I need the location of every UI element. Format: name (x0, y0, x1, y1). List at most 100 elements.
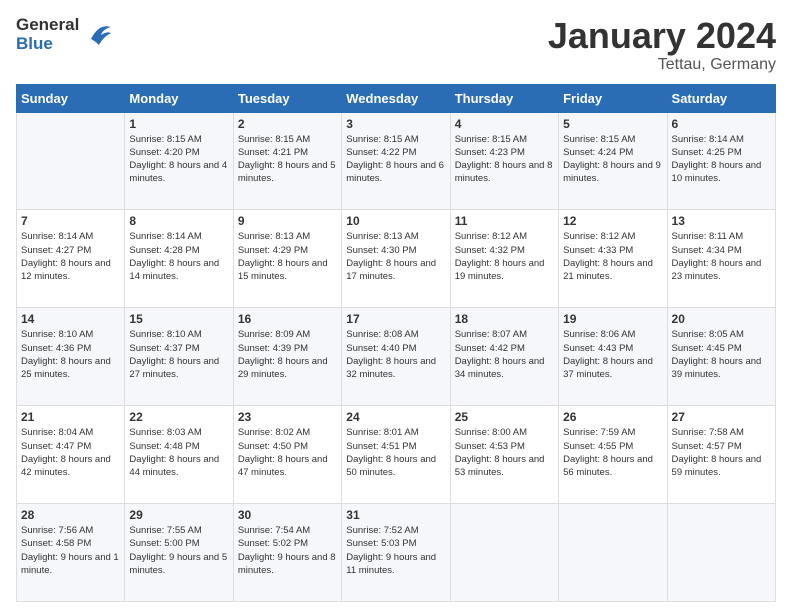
cell-info: Sunrise: 8:00 AMSunset: 4:53 PMDaylight:… (455, 426, 554, 479)
day-number: 19 (563, 312, 662, 326)
cell-info: Sunrise: 8:10 AMSunset: 4:36 PMDaylight:… (21, 328, 120, 381)
calendar-cell: 6Sunrise: 8:14 AMSunset: 4:25 PMDaylight… (667, 112, 775, 210)
calendar-cell: 3 Sunrise: 8:15 AMSunset: 4:22 PMDaylight… (342, 112, 450, 210)
day-number: 9 (238, 214, 337, 228)
weekday-header: Sunday (17, 84, 125, 112)
day-number: 13 (672, 214, 771, 228)
calendar-cell: 9Sunrise: 8:13 AMSunset: 4:29 PMDaylight… (233, 210, 341, 308)
calendar-cell: 10 Sunrise: 8:13 AMSunset: 4:30 PMDayligh… (342, 210, 450, 308)
cell-info: Sunrise: 8:06 AMSunset: 4:43 PMDaylight:… (563, 328, 662, 381)
calendar-cell: 17 Sunrise: 8:08 AMSunset: 4:40 PMDayligh… (342, 308, 450, 406)
cell-info: Sunrise: 8:15 AMSunset: 4:24 PMDaylight:… (563, 133, 662, 186)
calendar-week-row: 1 Sunrise: 8:15 AMSunset: 4:20 PMDaylight… (17, 112, 776, 210)
day-number: 12 (563, 214, 662, 228)
day-number: 23 (238, 410, 337, 424)
day-number: 8 (129, 214, 228, 228)
day-number: 14 (21, 312, 120, 326)
cell-info: Sunrise: 8:09 AMSunset: 4:39 PMDaylight:… (238, 328, 337, 381)
day-number: 7 (21, 214, 120, 228)
calendar-cell: 13 Sunrise: 8:11 AMSunset: 4:34 PMDayligh… (667, 210, 775, 308)
calendar-cell: 21 Sunrise: 8:04 AMSunset: 4:47 PMDayligh… (17, 406, 125, 504)
cell-info: Sunrise: 8:03 AMSunset: 4:48 PMDaylight:… (129, 426, 228, 479)
calendar-cell: 29 Sunrise: 7:55 AMSunset: 5:00 PMDayligh… (125, 504, 233, 602)
day-number: 24 (346, 410, 445, 424)
cell-info: Sunrise: 8:13 AMSunset: 4:30 PMDaylight:… (346, 230, 445, 283)
calendar-cell: 7 Sunrise: 8:14 AMSunset: 4:27 PMDaylight… (17, 210, 125, 308)
cell-info: Sunrise: 8:05 AMSunset: 4:45 PMDaylight:… (672, 328, 771, 381)
calendar-cell: 1 Sunrise: 8:15 AMSunset: 4:20 PMDaylight… (125, 112, 233, 210)
day-number: 2 (238, 117, 337, 131)
day-number: 21 (21, 410, 120, 424)
logo-bird-icon (83, 19, 115, 51)
calendar-week-row: 14 Sunrise: 8:10 AMSunset: 4:36 PMDayligh… (17, 308, 776, 406)
calendar-cell: 15 Sunrise: 8:10 AMSunset: 4:37 PMDayligh… (125, 308, 233, 406)
weekday-header: Monday (125, 84, 233, 112)
cell-info: Sunrise: 7:59 AMSunset: 4:55 PMDaylight:… (563, 426, 662, 479)
cell-info: Sunrise: 8:04 AMSunset: 4:47 PMDaylight:… (21, 426, 120, 479)
day-number: 22 (129, 410, 228, 424)
calendar-cell (450, 504, 558, 602)
day-number: 27 (672, 410, 771, 424)
cell-info: Sunrise: 8:08 AMSunset: 4:40 PMDaylight:… (346, 328, 445, 381)
day-number: 30 (238, 508, 337, 522)
cell-info: Sunrise: 8:15 AMSunset: 4:20 PMDaylight:… (129, 133, 228, 186)
calendar-cell: 24 Sunrise: 8:01 AMSunset: 4:51 PMDayligh… (342, 406, 450, 504)
cell-info: Sunrise: 8:14 AMSunset: 4:28 PMDaylight:… (129, 230, 228, 283)
calendar-cell: 28 Sunrise: 7:56 AMSunset: 4:58 PMDayligh… (17, 504, 125, 602)
cell-info: Sunrise: 7:56 AMSunset: 4:58 PMDaylight:… (21, 524, 120, 577)
weekday-header: Wednesday (342, 84, 450, 112)
cell-info: Sunrise: 7:55 AMSunset: 5:00 PMDaylight:… (129, 524, 228, 577)
day-number: 20 (672, 312, 771, 326)
day-number: 10 (346, 214, 445, 228)
location: Tettau, Germany (548, 56, 776, 74)
calendar-cell: 8 Sunrise: 8:14 AMSunset: 4:28 PMDaylight… (125, 210, 233, 308)
cell-info: Sunrise: 8:14 AMSunset: 4:25 PMDaylight:… (672, 133, 771, 186)
cell-info: Sunrise: 8:15 AMSunset: 4:23 PMDaylight:… (455, 133, 554, 186)
cell-info: Sunrise: 8:01 AMSunset: 4:51 PMDaylight:… (346, 426, 445, 479)
calendar-cell: 26 Sunrise: 7:59 AMSunset: 4:55 PMDayligh… (559, 406, 667, 504)
cell-info: Sunrise: 8:02 AMSunset: 4:50 PMDaylight:… (238, 426, 337, 479)
header-row: SundayMondayTuesdayWednesdayThursdayFrid… (17, 84, 776, 112)
day-number: 15 (129, 312, 228, 326)
day-number: 28 (21, 508, 120, 522)
day-number: 5 (563, 117, 662, 131)
month-title: January 2024 (548, 16, 776, 56)
weekday-header: Saturday (667, 84, 775, 112)
day-number: 1 (129, 117, 228, 131)
day-number: 11 (455, 214, 554, 228)
cell-info: Sunrise: 8:12 AMSunset: 4:32 PMDaylight:… (455, 230, 554, 283)
cell-info: Sunrise: 7:54 AMSunset: 5:02 PMDaylight:… (238, 524, 337, 577)
calendar-week-row: 28 Sunrise: 7:56 AMSunset: 4:58 PMDayligh… (17, 504, 776, 602)
cell-info: Sunrise: 8:10 AMSunset: 4:37 PMDaylight:… (129, 328, 228, 381)
calendar-cell (667, 504, 775, 602)
calendar-table: SundayMondayTuesdayWednesdayThursdayFrid… (16, 84, 776, 602)
calendar-cell: 11 Sunrise: 8:12 AMSunset: 4:32 PMDayligh… (450, 210, 558, 308)
title-section: January 2024 Tettau, Germany (548, 16, 776, 74)
cell-info: Sunrise: 8:11 AMSunset: 4:34 PMDaylight:… (672, 230, 771, 283)
calendar-cell (17, 112, 125, 210)
weekday-header: Friday (559, 84, 667, 112)
day-number: 25 (455, 410, 554, 424)
cell-info: Sunrise: 8:07 AMSunset: 4:42 PMDaylight:… (455, 328, 554, 381)
day-number: 17 (346, 312, 445, 326)
header: General Blue January 2024 Tettau, German… (16, 16, 776, 74)
calendar-cell: 14 Sunrise: 8:10 AMSunset: 4:36 PMDayligh… (17, 308, 125, 406)
calendar-cell: 22 Sunrise: 8:03 AMSunset: 4:48 PMDayligh… (125, 406, 233, 504)
day-number: 31 (346, 508, 445, 522)
calendar-cell: 25 Sunrise: 8:00 AMSunset: 4:53 PMDayligh… (450, 406, 558, 504)
day-number: 3 (346, 117, 445, 131)
calendar-cell: 4 Sunrise: 8:15 AMSunset: 4:23 PMDaylight… (450, 112, 558, 210)
calendar-cell: 5 Sunrise: 8:15 AMSunset: 4:24 PMDaylight… (559, 112, 667, 210)
cell-info: Sunrise: 8:12 AMSunset: 4:33 PMDaylight:… (563, 230, 662, 283)
weekday-header: Thursday (450, 84, 558, 112)
day-number: 26 (563, 410, 662, 424)
calendar-cell: 27Sunrise: 7:58 AMSunset: 4:57 PMDayligh… (667, 406, 775, 504)
day-number: 29 (129, 508, 228, 522)
cell-info: Sunrise: 8:15 AMSunset: 4:22 PMDaylight:… (346, 133, 445, 186)
cell-info: Sunrise: 8:14 AMSunset: 4:27 PMDaylight:… (21, 230, 120, 283)
calendar-cell: 23 Sunrise: 8:02 AMSunset: 4:50 PMDayligh… (233, 406, 341, 504)
day-number: 4 (455, 117, 554, 131)
day-number: 16 (238, 312, 337, 326)
logo-blue: Blue (16, 35, 79, 54)
logo: General Blue (16, 16, 115, 53)
